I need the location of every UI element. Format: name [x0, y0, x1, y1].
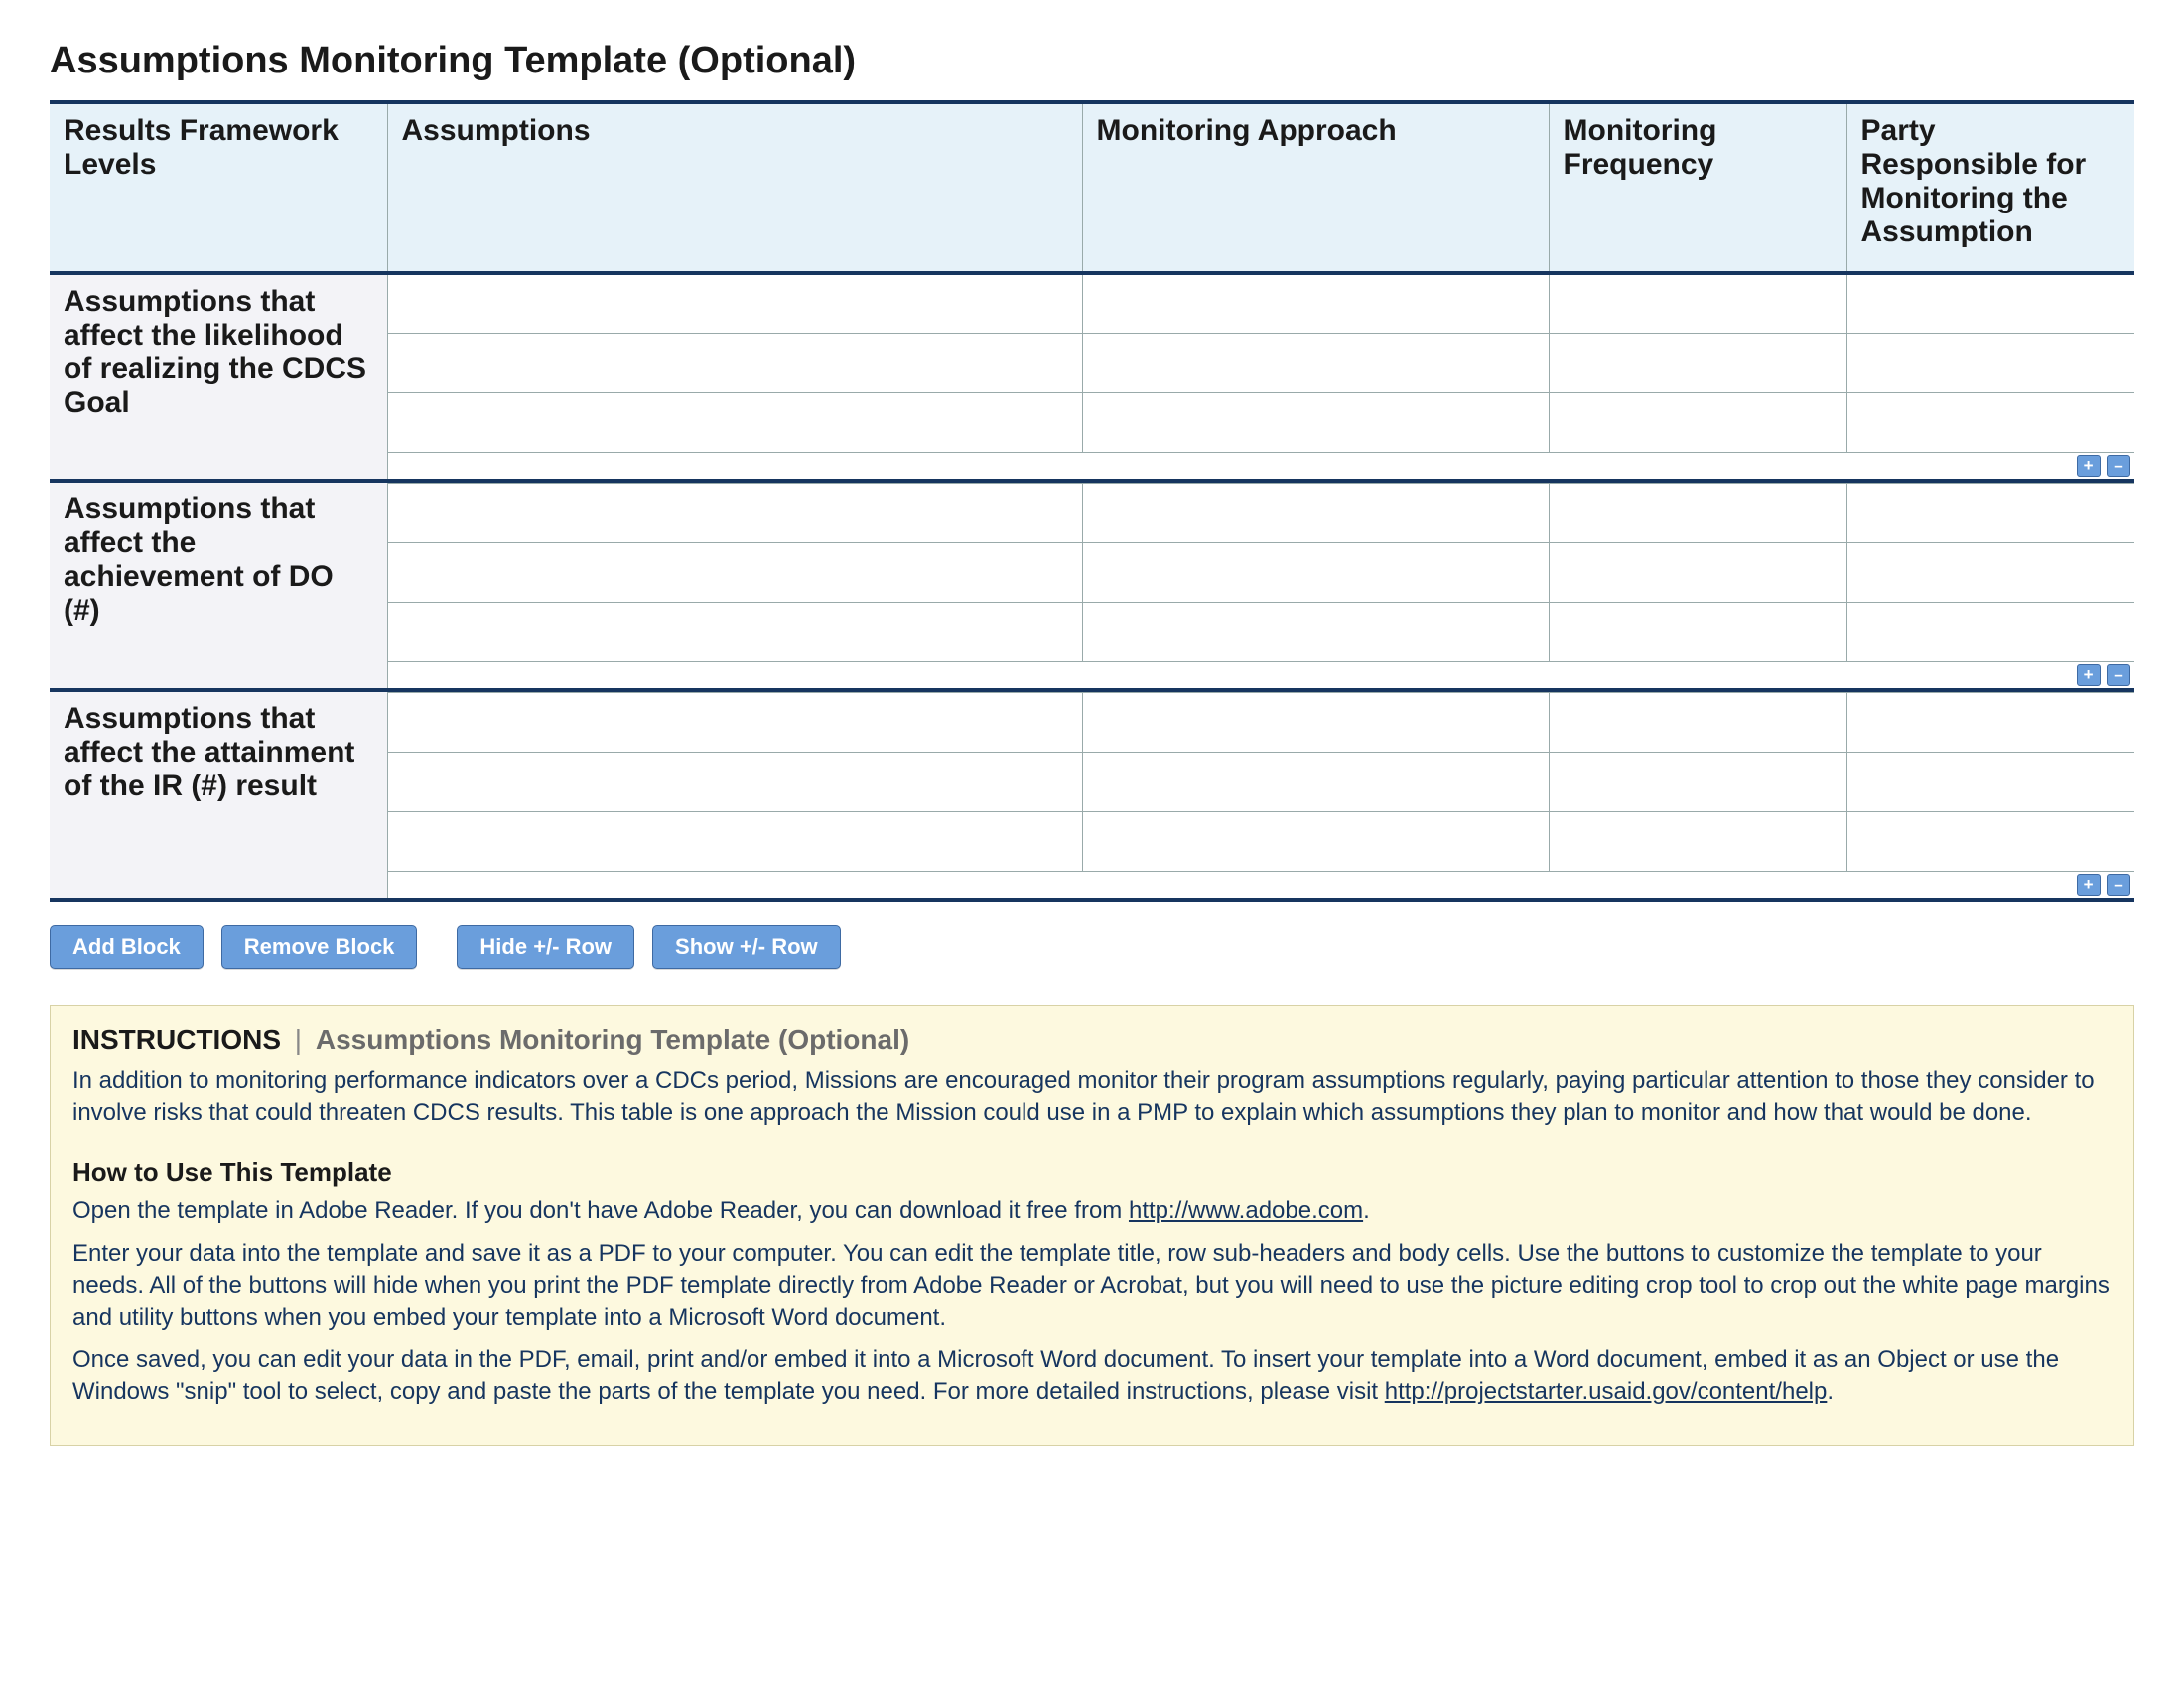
cell[interactable] [387, 542, 1082, 602]
separator: | [295, 1024, 302, 1055]
cell[interactable] [387, 392, 1082, 452]
section-label-ir[interactable]: Assumptions that affect the attainment o… [50, 692, 387, 900]
cell[interactable] [1549, 692, 1846, 752]
cell[interactable] [1082, 392, 1549, 452]
cell[interactable] [1082, 542, 1549, 602]
cell[interactable] [1846, 602, 2134, 661]
cell[interactable] [1846, 692, 2134, 752]
add-block-button[interactable]: Add Block [50, 925, 204, 969]
add-row-button[interactable]: + [2077, 455, 2101, 477]
col-monitoring-approach: Monitoring Approach [1082, 102, 1549, 273]
show-row-button[interactable]: Show +/- Row [652, 925, 841, 969]
howto-heading: How to Use This Template [72, 1157, 2112, 1188]
col-party-responsible: Party Responsible for Monitoring the Ass… [1846, 102, 2134, 273]
cell[interactable] [1549, 392, 1846, 452]
instructions-heading: INSTRUCTIONS | Assumptions Monitoring Te… [72, 1024, 2112, 1055]
table-row: Assumptions that affect the achievement … [50, 483, 2134, 542]
cell[interactable] [1082, 333, 1549, 392]
add-row-button[interactable]: + [2077, 874, 2101, 896]
assumptions-table: Results Framework Levels Assumptions Mon… [50, 100, 2134, 902]
cell[interactable] [387, 483, 1082, 542]
col-monitoring-frequency: Monitoring Frequency [1549, 102, 1846, 273]
cell[interactable] [387, 333, 1082, 392]
cell[interactable] [1846, 483, 2134, 542]
remove-row-button[interactable]: – [2107, 874, 2130, 896]
cell[interactable] [1846, 392, 2134, 452]
hide-row-button[interactable]: Hide +/- Row [457, 925, 634, 969]
cell[interactable] [1846, 542, 2134, 602]
cell[interactable] [387, 273, 1082, 333]
cell[interactable] [1549, 333, 1846, 392]
remove-row-button[interactable]: – [2107, 664, 2130, 686]
section-label-do[interactable]: Assumptions that affect the achievement … [50, 483, 387, 690]
remove-block-button[interactable]: Remove Block [221, 925, 418, 969]
cell[interactable] [1549, 602, 1846, 661]
instructions-label: INSTRUCTIONS [72, 1024, 281, 1055]
col-assumptions: Assumptions [387, 102, 1082, 273]
cell[interactable] [1549, 483, 1846, 542]
cell[interactable] [1549, 542, 1846, 602]
cell[interactable] [1082, 752, 1549, 811]
toolbar: Add Block Remove Block Hide +/- Row Show… [50, 925, 2134, 969]
howto-step-save: Once saved, you can edit your data in th… [72, 1344, 2112, 1409]
cell[interactable] [1082, 273, 1549, 333]
cell[interactable] [1846, 333, 2134, 392]
cell[interactable] [1082, 483, 1549, 542]
page-title[interactable]: Assumptions Monitoring Template (Optiona… [50, 40, 2134, 82]
table-row: Assumptions that affect the attainment o… [50, 692, 2134, 752]
cell[interactable] [1549, 811, 1846, 871]
cell[interactable] [1549, 273, 1846, 333]
cell[interactable] [1082, 811, 1549, 871]
instructions-panel: INSTRUCTIONS | Assumptions Monitoring Te… [50, 1005, 2134, 1446]
adobe-link[interactable]: http://www.adobe.com [1129, 1197, 1363, 1224]
cell[interactable] [387, 692, 1082, 752]
cell[interactable] [1082, 602, 1549, 661]
col-results-framework: Results Framework Levels [50, 102, 387, 273]
cell[interactable] [1082, 692, 1549, 752]
add-row-button[interactable]: + [2077, 664, 2101, 686]
cell[interactable] [1846, 273, 2134, 333]
cell[interactable] [387, 811, 1082, 871]
section-label-cdcs-goal[interactable]: Assumptions that affect the likelihood o… [50, 273, 387, 481]
instructions-subtitle: Assumptions Monitoring Template (Optiona… [316, 1024, 909, 1055]
cell[interactable] [1549, 752, 1846, 811]
cell[interactable] [1846, 811, 2134, 871]
table-row: Assumptions that affect the likelihood o… [50, 273, 2134, 333]
howto-step-enter: Enter your data into the template and sa… [72, 1238, 2112, 1335]
table-header-row: Results Framework Levels Assumptions Mon… [50, 102, 2134, 273]
remove-row-button[interactable]: – [2107, 455, 2130, 477]
cell[interactable] [1846, 752, 2134, 811]
cell[interactable] [387, 602, 1082, 661]
help-link[interactable]: http://projectstarter.usaid.gov/content/… [1385, 1378, 1828, 1405]
instructions-intro: In addition to monitoring performance in… [72, 1065, 2112, 1130]
howto-step-open: Open the template in Adobe Reader. If yo… [72, 1196, 2112, 1227]
cell[interactable] [387, 752, 1082, 811]
